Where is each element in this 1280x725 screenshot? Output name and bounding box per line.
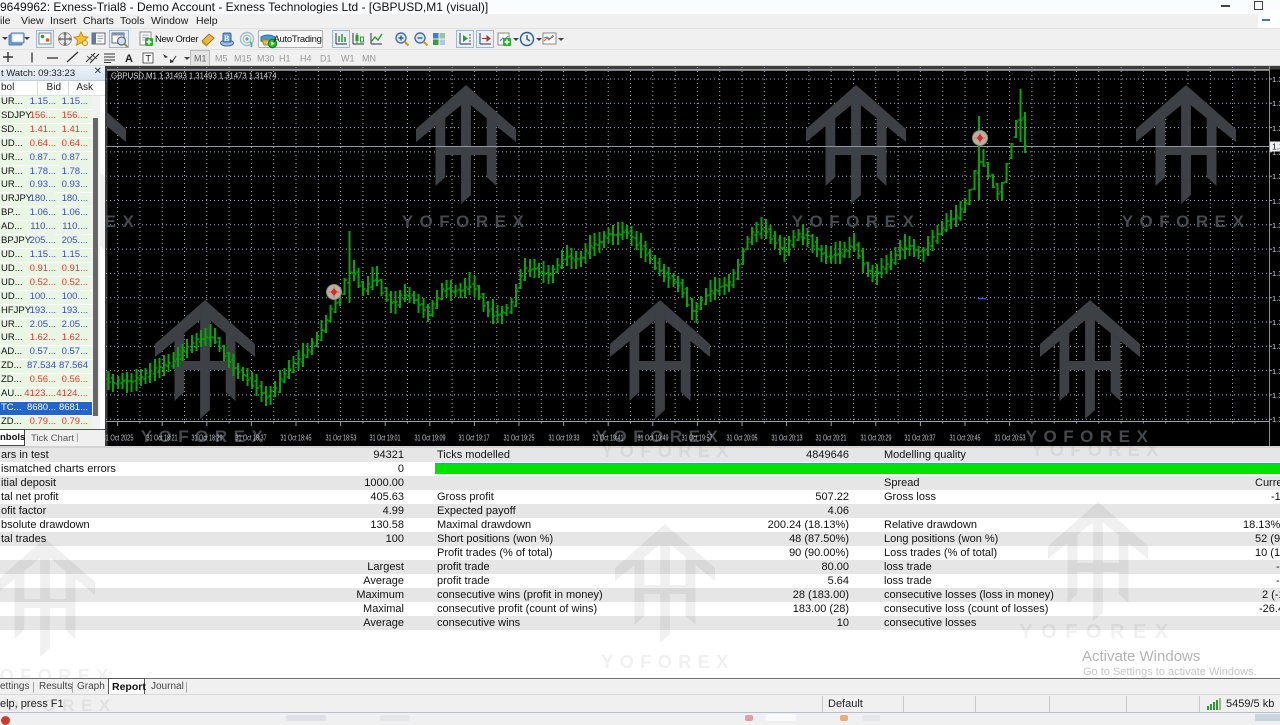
svg-text:New Order: New Order (155, 34, 198, 45)
svg-text:1.31: 1.31 (1272, 245, 1280, 254)
svg-text:M15: M15 (234, 54, 252, 64)
svg-text:T: T (146, 54, 152, 64)
svg-text:M1: M1 (194, 54, 207, 64)
svg-text:1.31: 1.31 (1272, 318, 1280, 327)
svg-text:1.31: 1.31 (1272, 391, 1280, 400)
svg-text:W1: W1 (341, 54, 355, 64)
svg-text:M30: M30 (257, 54, 275, 64)
svg-text:YOFOREX: YOFOREX (1122, 212, 1251, 231)
svg-text:YOFOREX: YOFOREX (601, 652, 735, 672)
svg-text:AutoTrading: AutoTrading (274, 34, 322, 45)
svg-text:31 Oct 19:17: 31 Oct 19:17 (459, 434, 490, 443)
svg-text:A: A (125, 53, 133, 65)
svg-text:1.31: 1.31 (1272, 269, 1280, 278)
svg-text:31 Oct 20:21: 31 Oct 20:21 (816, 434, 847, 443)
svg-text:YOFOREX: YOFOREX (105, 212, 140, 231)
svg-text:31 Oct 18:53: 31 Oct 18:53 (326, 434, 357, 443)
svg-text:YOFOREX: YOFOREX (601, 446, 735, 461)
svg-text:31 Oct 19:01: 31 Oct 19:01 (370, 434, 401, 443)
svg-text:31 Oct 20:45: 31 Oct 20:45 (950, 434, 981, 443)
svg-text:MN: MN (362, 54, 376, 64)
svg-text:1.31: 1.31 (1272, 99, 1280, 108)
svg-text:1.31: 1.31 (1272, 367, 1280, 376)
svg-text:31 Oct 20:05: 31 Oct 20:05 (727, 434, 758, 443)
svg-text:YOFOREX: YOFOREX (402, 212, 531, 231)
svg-text:31 Oct 20:53: 31 Oct 20:53 (995, 434, 1026, 443)
svg-text:H1: H1 (279, 54, 291, 64)
svg-text:31 Oct 20:37: 31 Oct 20:37 (905, 434, 936, 443)
svg-text:31 Oct 18:45: 31 Oct 18:45 (281, 434, 312, 443)
svg-text:1.31: 1.31 (1272, 294, 1280, 303)
svg-text:YOFOREX: YOFOREX (0, 666, 115, 678)
svg-text:31 Oct 18:29: 31 Oct 18:29 (192, 434, 223, 443)
svg-text:B: B (224, 34, 230, 43)
svg-text:31 Oct 20:29: 31 Oct 20:29 (861, 434, 892, 443)
svg-text:31 Oct 18:37: 31 Oct 18:37 (236, 434, 267, 443)
svg-text:1.31: 1.31 (1272, 342, 1280, 351)
svg-text:1.31: 1.31 (1272, 415, 1280, 424)
svg-text:YOFOREX: YOFOREX (1031, 446, 1165, 460)
svg-text:M5: M5 (215, 54, 228, 64)
svg-text:YOFOREX: YOFOREX (792, 212, 921, 231)
svg-text:31 Oct 20:13: 31 Oct 20:13 (772, 434, 803, 443)
svg-text:GBPUSD,M1 1.31493 1.31493 1.3: GBPUSD,M1 1.31493 1.31493 1.31473 1.3147… (111, 72, 277, 81)
svg-text:H4: H4 (300, 54, 312, 64)
svg-text:YOFOREX: YOFOREX (1026, 427, 1155, 446)
svg-text:1.31: 1.31 (1272, 172, 1280, 181)
svg-text:1.31: 1.31 (1272, 75, 1280, 84)
svg-text:31 Oct 18:21: 31 Oct 18:21 (147, 434, 178, 443)
svg-text:31 Oct 2025: 31 Oct 2025 (105, 434, 134, 443)
svg-text:31 Oct 19:33: 31 Oct 19:33 (549, 434, 580, 443)
svg-text:1.31: 1.31 (1272, 197, 1280, 206)
svg-text:31 Oct 19:25: 31 Oct 19:25 (504, 434, 535, 443)
svg-text:31 Oct 19:49: 31 Oct 19:49 (638, 434, 669, 443)
svg-text:D1: D1 (320, 54, 332, 64)
svg-text:31 Oct 19:57: 31 Oct 19:57 (682, 434, 713, 443)
svg-text:1.31: 1.31 (1272, 124, 1280, 133)
svg-text:31 Oct 19:41: 31 Oct 19:41 (593, 434, 624, 443)
svg-text:1.31: 1.31 (1272, 142, 1280, 152)
svg-text:31 Oct 19:09: 31 Oct 19:09 (415, 434, 446, 443)
svg-text:YOFOREX: YOFOREX (1019, 621, 1176, 643)
svg-text:1.31: 1.31 (1272, 221, 1280, 230)
